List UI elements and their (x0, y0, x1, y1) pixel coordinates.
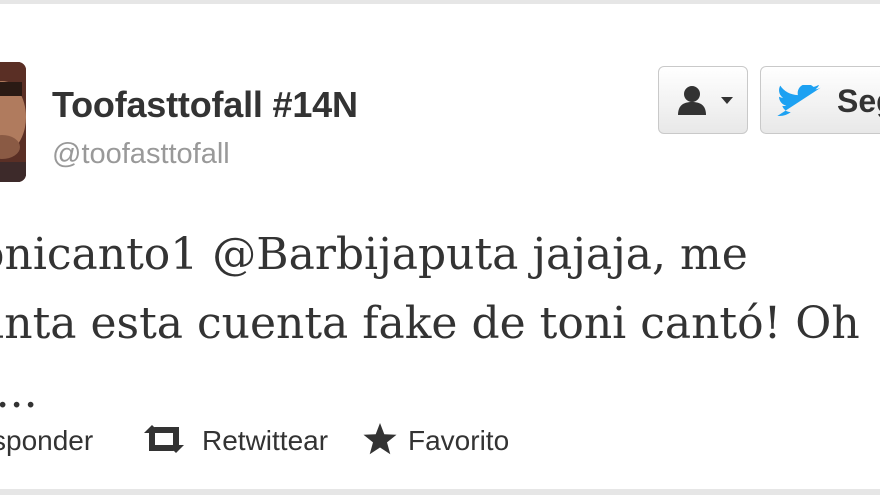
retweet-action[interactable]: Retwittear (140, 421, 328, 461)
follow-label: Seg (837, 83, 880, 119)
author-avatar[interactable] (0, 62, 26, 182)
bottom-divider (0, 489, 880, 495)
person-icon (676, 85, 712, 122)
follow-button[interactable]: Seg (760, 66, 880, 134)
chevron-down-icon (721, 97, 733, 104)
tweet-text-line: onicanto1 @Barbijaputa jajaja, me (0, 229, 748, 280)
reply-label: sponder (0, 425, 94, 456)
top-divider (0, 0, 880, 4)
tweet-text: onicanto1 @Barbijaputa jajaja, me anta e… (0, 220, 860, 427)
tweet-actions: sponder Retwittear Favorito (0, 421, 880, 461)
author-display-name[interactable]: Toofasttofall #14N (52, 84, 358, 126)
retweet-icon (140, 423, 188, 460)
tweet-text-line: anta esta cuenta fake de toni cantó! Oh (0, 298, 860, 349)
retweet-label: Retwittear (202, 425, 329, 456)
star-icon (362, 422, 398, 461)
twitter-bird-icon (777, 84, 821, 124)
favorite-label: Favorito (408, 425, 510, 456)
reply-action[interactable]: sponder (0, 421, 93, 461)
favorite-action[interactable]: Favorito (362, 421, 509, 461)
tweet-text-line: t... (0, 367, 38, 418)
author-username[interactable]: @toofasttofall (52, 138, 230, 171)
user-actions-button[interactable] (658, 66, 748, 134)
